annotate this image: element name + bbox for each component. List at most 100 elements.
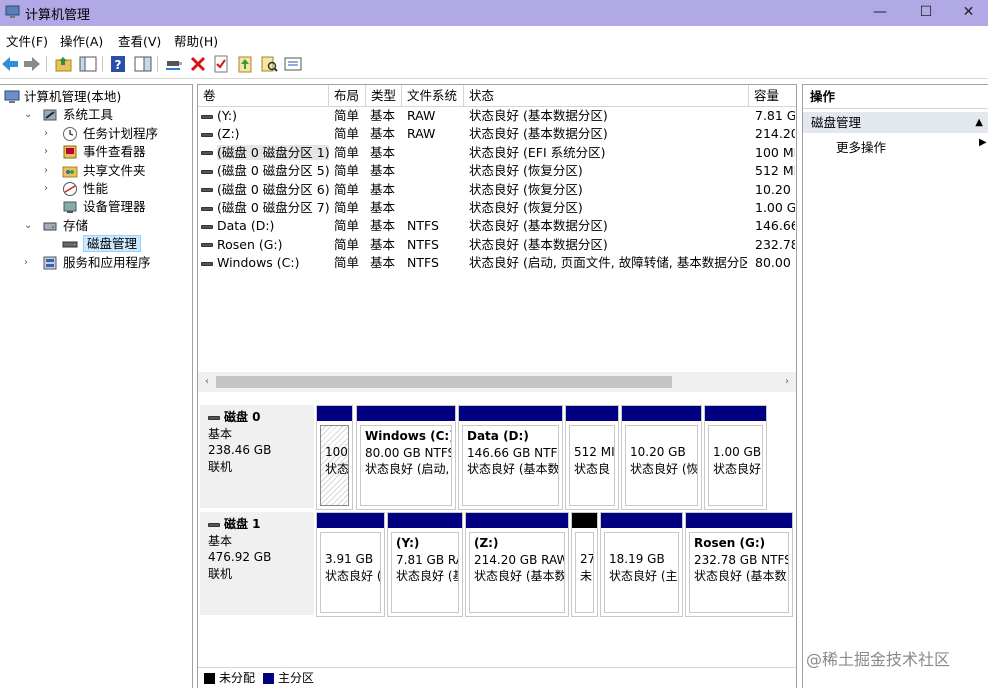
title-bar[interactable]: 计算机管理 — ☐ ✕ xyxy=(0,0,988,26)
partition-body: 18.19 GB 状态良好 (主 xyxy=(604,532,679,613)
expand-arrow-icon[interactable]: › xyxy=(44,143,54,161)
col-type[interactable]: 类型 xyxy=(366,85,402,107)
tree-item[interactable]: 设备管理器 xyxy=(83,198,146,216)
connect-icon[interactable] xyxy=(164,54,184,74)
disk-info[interactable]: 磁盘 0 基本 238.46 GB 联机 xyxy=(200,405,314,508)
volume-row[interactable]: (磁盘 0 磁盘分区 6) 简单基本 状态良好 (恢复分区) 10.20 GB xyxy=(198,181,796,199)
svg-text:?: ? xyxy=(115,58,122,72)
partition-title xyxy=(325,535,376,551)
volume-row[interactable]: (Z:) 简单基本 RAW 状态良好 (基本数据分区) 214.20 GB xyxy=(198,125,796,143)
col-volume[interactable]: 卷 xyxy=(198,85,329,107)
tree-item[interactable]: 共享文件夹 xyxy=(83,162,146,180)
col-status[interactable]: 状态 xyxy=(464,85,749,107)
maximize-button[interactable]: ☐ xyxy=(903,0,949,26)
tree-item[interactable]: 服务和应用程序 xyxy=(63,254,151,272)
menu-view[interactable]: 查看(V) xyxy=(118,31,161,50)
tree-item[interactable]: 事件查看器 xyxy=(83,143,146,161)
volume-row[interactable]: Windows (C:) 简单 基本 NTFS 状态良好 (启动, 页面文件, 故障转储… xyxy=(198,254,796,272)
col-layout[interactable]: 布局 xyxy=(329,85,366,107)
show-hide-icon[interactable] xyxy=(133,54,153,74)
volume-icon xyxy=(201,261,213,266)
volume-cell-name: (磁盘 0 磁盘分区 1) xyxy=(201,144,329,162)
tree-item-label: 服务和应用程序 xyxy=(63,254,151,270)
help-icon[interactable]: ? xyxy=(108,54,128,74)
volume-row[interactable]: (磁盘 0 磁盘分区 7) 简单基本 状态良好 (恢复分区) 1.00 GB xyxy=(198,199,796,217)
scroll-right-icon[interactable]: › xyxy=(780,374,794,390)
disk-icon xyxy=(208,522,220,527)
disk-info[interactable]: 磁盘 1 基本 476.92 GB 联机 xyxy=(200,512,314,615)
console-tree-icon[interactable] xyxy=(78,54,98,74)
col-capacity[interactable]: 容量 xyxy=(749,85,796,107)
check-icon[interactable] xyxy=(211,54,231,74)
delete-icon[interactable] xyxy=(188,54,208,74)
partition-title: Windows (C:) xyxy=(365,429,452,443)
partition-block[interactable]: 18.19 GB 状态良好 (主 xyxy=(600,512,683,617)
partition-block[interactable]: Windows (C:) 80.00 GB NTFS 状态良好 (启动, xyxy=(356,405,456,510)
volume-row[interactable]: (磁盘 0 磁盘分区 5) 简单基本 状态良好 (恢复分区) 512 MB xyxy=(198,162,796,180)
minimize-button[interactable]: — xyxy=(857,0,903,26)
disk-size: 238.46 GB xyxy=(208,443,272,457)
expand-arrow-icon[interactable]: ⌄ xyxy=(24,106,34,124)
tree-item[interactable]: 计算机管理(本地) xyxy=(24,88,121,106)
partition-block[interactable]: Data (D:) 146.66 GB NTFS 状态良好 (基本数 xyxy=(458,405,563,510)
partition-block[interactable]: (Z:) 214.20 GB RAW 状态良好 (基本数 xyxy=(465,512,569,617)
import-icon[interactable] xyxy=(235,54,255,74)
partition-block[interactable]: 27 未 xyxy=(571,512,598,617)
scroll-left-icon[interactable]: ‹ xyxy=(200,374,214,390)
partition-block[interactable]: (Y:) 7.81 GB RA 状态良好 (基 xyxy=(387,512,463,617)
volume-cell-fs: NTFS xyxy=(407,236,439,252)
properties-icon[interactable] xyxy=(283,54,303,74)
partition-body: 3.91 GB 状态良好 ( xyxy=(320,532,381,613)
volume-cell-status: 状态良好 (恢复分区) xyxy=(469,200,583,215)
menu-action[interactable]: 操作(A) xyxy=(60,31,103,50)
volume-cell-capacity: 10.20 GB xyxy=(755,181,795,197)
volume-row[interactable]: (Y:) 简单基本 RAW 状态良好 (基本数据分区) 7.81 GB xyxy=(198,107,796,125)
tree-item[interactable]: 性能 xyxy=(83,180,108,198)
close-button[interactable]: ✕ xyxy=(949,0,988,26)
menu-file[interactable]: 文件(F) xyxy=(6,31,48,50)
expand-arrow-icon[interactable]: › xyxy=(24,254,34,272)
shared-folder-icon xyxy=(62,166,78,178)
partition-block[interactable]: 100 状态 xyxy=(316,405,353,510)
up-folder-icon[interactable] xyxy=(54,54,74,74)
menu-help[interactable]: 帮助(H) xyxy=(174,31,218,50)
forward-icon[interactable] xyxy=(22,54,42,74)
search-icon[interactable] xyxy=(259,54,279,74)
volume-cell-fs: RAW xyxy=(407,126,436,142)
more-actions-label: 更多操作 xyxy=(836,140,887,155)
tree-item-label: 事件查看器 xyxy=(83,144,146,160)
back-icon[interactable] xyxy=(0,54,20,74)
partition-block[interactable]: 512 MI 状态良 xyxy=(565,405,619,510)
actions-section-disk-management[interactable]: 磁盘管理 ▲ xyxy=(803,111,988,133)
expand-arrow-icon[interactable]: › xyxy=(44,180,54,198)
volume-icon xyxy=(201,206,213,211)
partition-body: 27 未 xyxy=(575,532,594,613)
tree-item[interactable]: 磁盘管理 xyxy=(83,235,142,253)
partition-block[interactable]: 1.00 GB 状态良好 xyxy=(704,405,767,510)
volume-row[interactable]: Data (D:) 简单基本 NTFS 状态良好 (基本数据分区) 146.66 GB xyxy=(198,217,796,235)
expand-arrow-icon[interactable]: ⌄ xyxy=(24,217,34,235)
more-actions-item[interactable]: 更多操作 xyxy=(836,137,886,156)
partition-size: 80.00 GB NTFS xyxy=(365,445,452,460)
volume-row[interactable]: Rosen (G:) 简单基本 NTFS 状态良好 (基本数据分区) 232.78 GB xyxy=(198,236,796,254)
expand-arrow-icon[interactable]: › xyxy=(44,162,54,180)
horizontal-scrollbar[interactable]: ‹ › xyxy=(198,372,796,392)
col-filesystem[interactable]: 文件系统 xyxy=(402,85,464,107)
volume-cell-type: 基本 xyxy=(370,163,396,179)
actions-pane: 操作 磁盘管理 ▲ 更多操作 ▶ xyxy=(802,84,988,688)
partition-block[interactable]: 3.91 GB 状态良好 ( xyxy=(316,512,385,617)
volume-cell-layout: 简单 xyxy=(334,255,360,271)
tree-item[interactable]: 任务计划程序 xyxy=(83,125,158,143)
tree-item[interactable]: 存储 xyxy=(63,217,88,235)
expand-arrow-icon[interactable]: › xyxy=(44,125,54,143)
volume-row[interactable]: (磁盘 0 磁盘分区 1) 简单基本 状态良好 (EFI 系统分区) 100 MB xyxy=(198,144,796,162)
volume-cell-type: 基本 xyxy=(370,236,396,252)
partition-block[interactable]: 10.20 GB 状态良好 (恢 xyxy=(621,405,702,510)
scroll-thumb[interactable] xyxy=(216,376,672,388)
tree-item-label: 计算机管理(本地) xyxy=(24,89,122,104)
volume-cell-capacity: 80.00 GB xyxy=(755,255,795,271)
partition-block[interactable]: Rosen (G:) 232.78 GB NTFS 状态良好 (基本数 xyxy=(685,512,793,617)
tree-item[interactable]: 系统工具 xyxy=(63,106,113,124)
submenu-arrow-icon[interactable]: ▶ xyxy=(979,137,987,148)
collapse-up-icon[interactable]: ▲ xyxy=(975,112,983,134)
